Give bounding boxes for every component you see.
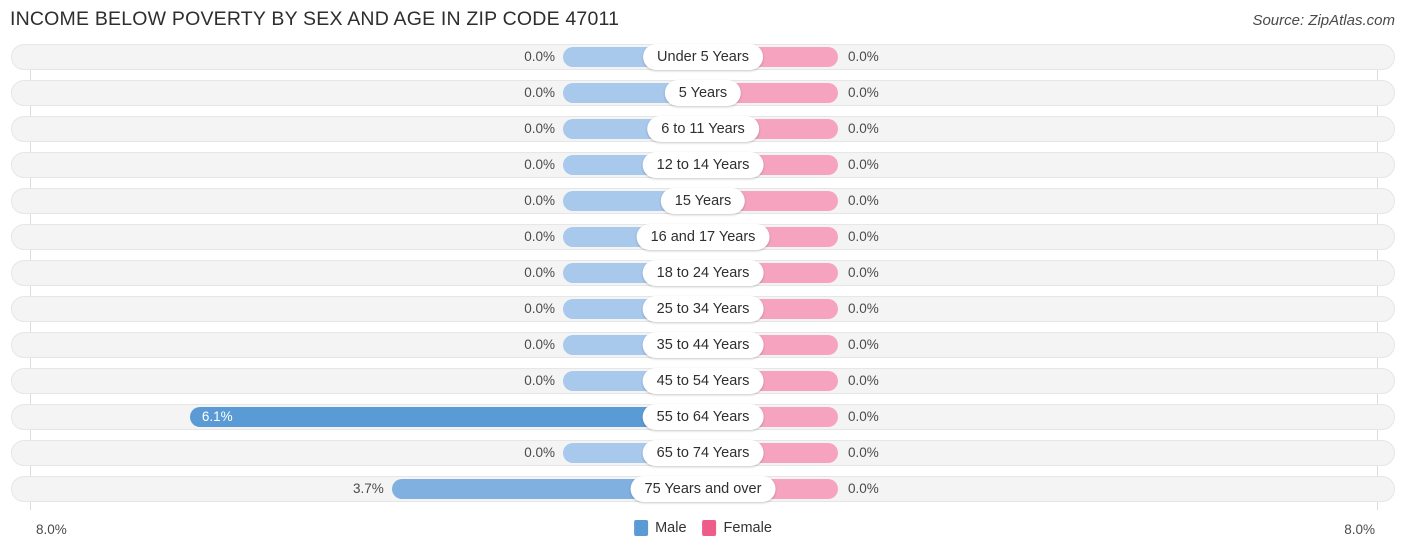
- bar-row: 0.0% 0.0% 6 to 11 Years: [0, 116, 1406, 142]
- chart-legend: Male Female: [634, 520, 772, 536]
- female-value-label: 0.0%: [848, 481, 879, 496]
- female-value-label: 0.0%: [848, 301, 879, 316]
- source-attribution: Source: ZipAtlas.com: [1252, 12, 1395, 29]
- bar-row: 3.7% 0.0% 75 Years and over: [0, 476, 1406, 502]
- male-bar: [189, 407, 703, 427]
- category-label: Under 5 Years: [643, 44, 763, 70]
- chart-header: Income Below Poverty by Sex and Age in Z…: [0, 0, 1406, 42]
- bar-row: 0.0% 0.0% Under 5 Years: [0, 44, 1406, 70]
- page-title: Income Below Poverty by Sex and Age in Z…: [10, 8, 620, 30]
- female-value-label: 0.0%: [848, 157, 879, 172]
- bar-row: 0.0% 0.0% 12 to 14 Years: [0, 152, 1406, 178]
- legend-label: Female: [723, 520, 772, 536]
- male-value-label: 0.0%: [524, 301, 555, 316]
- bar-row: 0.0% 0.0% 45 to 54 Years: [0, 368, 1406, 394]
- legend-item: Male: [634, 520, 687, 536]
- category-label: 18 to 24 Years: [642, 260, 764, 286]
- legend-swatch-male: [634, 520, 649, 536]
- bar-row: 0.0% 0.0% 16 and 17 Years: [0, 224, 1406, 250]
- chart-footer: 8.0% Male Female 8.0%: [0, 520, 1406, 550]
- male-value-label: 3.7%: [352, 481, 384, 496]
- bar-row: 0.0% 0.0% 15 Years: [0, 188, 1406, 214]
- category-label: 35 to 44 Years: [642, 332, 764, 358]
- male-value-label: 0.0%: [524, 373, 555, 388]
- male-value-label: 0.0%: [524, 121, 555, 136]
- male-value-label: 0.0%: [524, 85, 555, 100]
- bar-row: 0.0% 0.0% 18 to 24 Years: [0, 260, 1406, 286]
- category-label: 5 Years: [664, 80, 742, 106]
- female-value-label: 0.0%: [848, 49, 879, 64]
- category-label: 16 and 17 Years: [636, 224, 770, 250]
- bar-row: 0.0% 0.0% 5 Years: [0, 80, 1406, 106]
- category-label: 15 Years: [660, 188, 746, 214]
- category-label: 25 to 34 Years: [642, 296, 764, 322]
- category-label: 75 Years and over: [630, 476, 776, 502]
- male-value-label: 0.0%: [524, 157, 555, 172]
- axis-label-left: 8.0%: [36, 522, 67, 537]
- bar-row: 0.0% 0.0% 35 to 44 Years: [0, 332, 1406, 358]
- male-value-label: 6.1%: [201, 409, 233, 424]
- bar-row: 0.0% 0.0% 25 to 34 Years: [0, 296, 1406, 322]
- male-value-label: 0.0%: [524, 265, 555, 280]
- category-label: 55 to 64 Years: [642, 404, 764, 430]
- chart-plot-area: 0.0% 0.0% Under 5 Years 0.0% 0.0% 5 Years 0.0%…: [0, 44, 1406, 516]
- legend-label: Male: [655, 520, 687, 536]
- female-value-label: 0.0%: [848, 337, 879, 352]
- female-value-label: 0.0%: [848, 85, 879, 100]
- category-label: 65 to 74 Years: [642, 440, 764, 466]
- male-value-label: 0.0%: [524, 229, 555, 244]
- legend-item: Female: [702, 520, 772, 536]
- male-value-label: 0.0%: [524, 193, 555, 208]
- category-label: 6 to 11 Years: [647, 116, 759, 142]
- bar-row: 0.0% 0.0% 65 to 74 Years: [0, 440, 1406, 466]
- male-value-label: 0.0%: [524, 49, 555, 64]
- female-value-label: 0.0%: [848, 409, 879, 424]
- female-value-label: 0.0%: [848, 265, 879, 280]
- axis-label-right: 8.0%: [1344, 522, 1375, 537]
- female-value-label: 0.0%: [848, 229, 879, 244]
- female-value-label: 0.0%: [848, 193, 879, 208]
- male-value-label: 0.0%: [524, 337, 555, 352]
- bar-row: 6.1% 0.0% 55 to 64 Years: [0, 404, 1406, 430]
- bar-rows: 0.0% 0.0% Under 5 Years 0.0% 0.0% 5 Years 0.0%…: [0, 44, 1406, 512]
- female-value-label: 0.0%: [848, 445, 879, 460]
- category-label: 12 to 14 Years: [642, 152, 764, 178]
- category-label: 45 to 54 Years: [642, 368, 764, 394]
- female-value-label: 0.0%: [848, 121, 879, 136]
- male-value-label: 0.0%: [524, 445, 555, 460]
- female-value-label: 0.0%: [848, 373, 879, 388]
- legend-swatch-female: [702, 520, 717, 536]
